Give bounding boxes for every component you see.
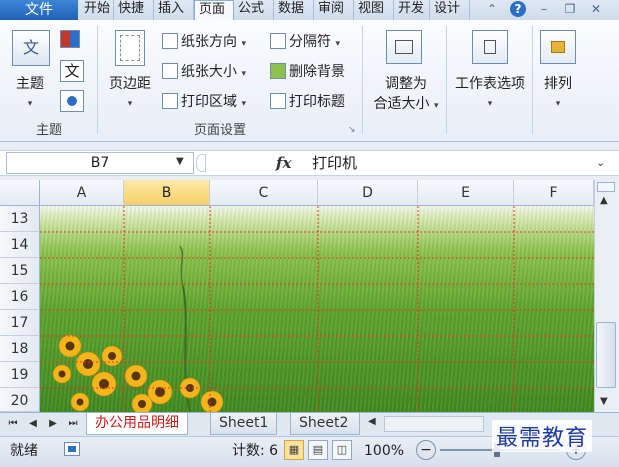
scroll-up-icon[interactable]: ▲ [600,195,608,206]
orientation-button[interactable]: 纸张方向 ▾ [162,32,246,52]
row-header-17[interactable]: 17 [0,310,40,336]
window-close-icon[interactable]: ✕ [588,1,604,17]
print-area-button[interactable]: 打印区域 ▾ [162,92,246,112]
group-divider [97,26,98,134]
column-header-c[interactable]: C [210,180,318,206]
themes-button[interactable]: 主题 ▾ [6,74,54,114]
scale-to-fit-button[interactable]: 调整为 合适大小 ▾ [366,74,446,116]
column-header-f[interactable]: F [514,180,594,206]
tab-home[interactable]: 开始 [80,0,114,20]
background-icon [270,63,286,79]
delete-background-button[interactable]: 删除背景 [270,62,345,82]
next-sheet-icon[interactable]: ▶ [46,416,60,432]
print-titles-icon [270,93,286,109]
theme-colors-icon[interactable] [60,30,84,52]
tab-file[interactable]: 文件 [0,0,78,20]
sheet-tab-office-supplies[interactable]: 办公用品明细 [86,413,188,435]
size-button[interactable]: 纸张大小 ▾ [162,62,246,82]
tab-view[interactable]: 视图 [354,0,394,20]
column-header-b[interactable]: B [124,180,210,206]
orientation-icon [162,33,178,49]
column-header-e[interactable]: E [418,180,514,206]
row-header-19[interactable]: 19 [0,362,40,388]
column-header-d[interactable]: D [318,180,418,206]
print-area-icon [162,93,178,109]
margins-button[interactable]: 页边距 ▾ [104,74,156,114]
tab-developer[interactable]: 开发 [394,0,430,20]
scroll-down-icon[interactable]: ▼ [600,396,608,407]
window-restore-icon[interactable]: ❐ [562,1,578,17]
group-label-page-setup: 页面设置 [193,123,246,138]
tab-review[interactable]: 审阅 [314,0,354,20]
macro-record-icon[interactable] [64,442,80,456]
sheet-background-image [40,206,594,412]
group-divider [446,26,447,134]
print-titles-button[interactable]: 打印标题 [270,92,345,112]
name-box-dropdown-icon[interactable]: ▼ [176,156,184,167]
sheet-tab-sheet1[interactable]: Sheet1 [210,413,278,435]
margins-icon[interactable] [115,30,145,66]
expand-formula-bar-icon[interactable]: ⌄ [596,156,605,169]
watermark-logo: 最需教育 [492,420,593,452]
minimize-ribbon-icon[interactable]: ⌃ [484,1,500,17]
breaks-icon [270,33,286,49]
page-setup-launcher-icon[interactable]: ↘ [348,125,358,135]
sunflowers-graphic [40,206,594,412]
row-header-13[interactable]: 13 [0,206,40,232]
scale-to-fit-icon[interactable] [386,30,422,64]
row-header-14[interactable]: 14 [0,232,40,258]
tab-page-layout[interactable]: 页面 [194,0,234,21]
sheet-options-icon[interactable] [472,30,508,64]
breaks-button[interactable]: 分隔符 ▾ [270,32,340,52]
horizontal-scrollbar[interactable] [384,416,484,432]
sheet-tab-sheet2[interactable]: Sheet2 [290,413,360,435]
group-divider [532,26,533,134]
theme-icon[interactable]: 文 [12,30,50,66]
name-box[interactable]: B7 [6,152,194,174]
select-all-corner[interactable] [0,180,40,206]
page-layout-view-icon[interactable]: ▤ [308,440,328,460]
tab-formulas[interactable]: 公式 [234,0,274,20]
insert-function-icon[interactable]: fx [276,152,291,174]
tab-design[interactable]: 设计 [430,0,470,20]
zoom-out-button[interactable]: − [416,440,436,460]
group-label-themes: 主题 [35,123,62,138]
last-sheet-icon[interactable]: ⏭ [66,416,80,432]
split-box[interactable] [597,182,615,192]
tab-data[interactable]: 数据 [274,0,314,20]
tab-insert[interactable]: 插入 [154,0,194,20]
prev-sheet-icon[interactable]: ◀ [26,416,40,432]
row-header-16[interactable]: 16 [0,284,40,310]
column-header-a[interactable]: A [40,180,124,206]
arrange-icon[interactable] [540,30,576,64]
theme-fonts-icon[interactable]: 文 [60,60,84,82]
paper-size-icon [162,63,178,79]
group-divider [362,26,363,134]
formula-input[interactable]: 打印机 [304,152,588,174]
zoom-level[interactable]: 100% [364,442,404,460]
theme-effects-icon[interactable] [60,90,84,112]
normal-view-icon[interactable]: ▦ [284,440,304,460]
row-header-20[interactable]: 20 [0,388,40,412]
row-header-15[interactable]: 15 [0,258,40,284]
help-icon[interactable]: ? [510,1,526,17]
page-break-preview-icon[interactable]: ◫ [332,440,352,460]
scrollbar-thumb[interactable] [596,322,616,388]
tab-quick[interactable]: 快捷 [114,0,154,20]
window-minimize-icon[interactable]: – [536,1,552,17]
sheet-options-button[interactable]: 工作表选项 ▾ [448,74,532,114]
hscroll-left-icon[interactable]: ◀ [368,416,376,427]
arrange-button[interactable]: 排列 ▾ [534,74,582,114]
first-sheet-icon[interactable]: ⏮ [6,416,20,432]
status-count: 计数: 6 [232,443,279,459]
status-ready: 就绪 [10,443,38,459]
row-header-18[interactable]: 18 [0,336,40,362]
formula-bar-splitter[interactable] [196,154,206,172]
